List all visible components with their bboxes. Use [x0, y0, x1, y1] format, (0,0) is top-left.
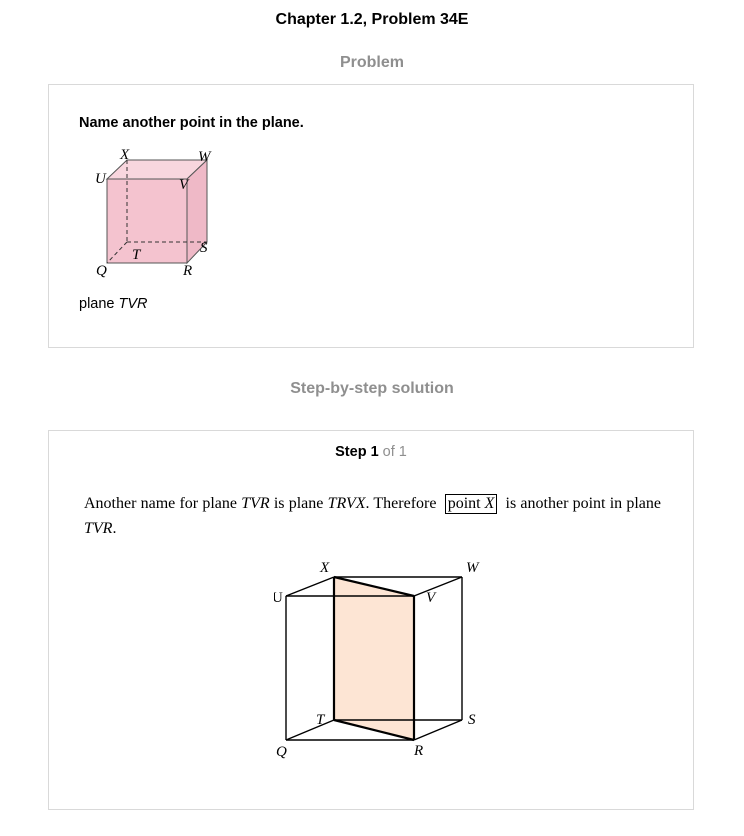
- problem-label-x: X: [119, 147, 130, 163]
- answer-prefix: point: [447, 495, 485, 512]
- solution-plane-name: TVR: [84, 520, 113, 537]
- solution-cube-figure: X W U V T S Q R: [274, 560, 480, 760]
- solution-text: Another name for plane TVR is plane TRVX…: [84, 491, 661, 541]
- solution-label-t: T: [316, 712, 326, 728]
- solution-text-part: is plane: [269, 495, 328, 512]
- problem-card: Name another point in the plane. X W U V…: [48, 84, 694, 348]
- problem-label-w: W: [198, 149, 212, 165]
- problem-label-q: Q: [96, 263, 107, 279]
- problem-label-s: S: [200, 240, 208, 256]
- answer-box: point X: [444, 494, 498, 514]
- solution-text-part: is another point in plane: [501, 495, 661, 512]
- answer-point: X: [484, 495, 495, 512]
- solution-label-w: W: [466, 560, 480, 576]
- problem-label-r: R: [182, 263, 192, 279]
- solution-plane-name: TRVX: [327, 495, 366, 512]
- plane-caption-prefix: plane: [79, 296, 119, 312]
- problem-label-u: U: [95, 171, 107, 187]
- solution-text-part: .: [112, 520, 117, 537]
- plane-caption: plane TVR: [79, 296, 148, 312]
- solution-label-u: U: [274, 590, 283, 606]
- step-label: Step 1 of 1: [49, 444, 693, 460]
- problem-front-face: [106, 178, 188, 264]
- solution-text-part: . Therefore: [365, 495, 441, 512]
- step-total: of 1: [382, 444, 407, 460]
- solution-label-s: S: [468, 712, 476, 728]
- problem-prompt: Name another point in the plane.: [79, 115, 304, 131]
- solution-label-q: Q: [276, 744, 287, 760]
- problem-heading: Problem: [339, 54, 404, 71]
- solution-heading: Step-by-step solution: [290, 380, 454, 397]
- solution-text-part: Another name for plane: [84, 495, 242, 512]
- step-number: Step 1: [335, 444, 379, 460]
- solution-shaded-plane: [334, 577, 414, 740]
- solution-plane-name: TVR: [241, 495, 270, 512]
- solution-card: Step 1 of 1 Another name for plane TVR i…: [48, 430, 694, 810]
- solution-label-x: X: [319, 560, 330, 576]
- problem-cube-figure: X W U V T S Q R: [95, 147, 212, 279]
- chapter-title: Chapter 1.2, Problem 34E: [275, 11, 469, 28]
- plane-caption-name: TVR: [118, 296, 148, 312]
- solution-label-v: V: [426, 590, 437, 606]
- solution-label-r: R: [413, 743, 423, 759]
